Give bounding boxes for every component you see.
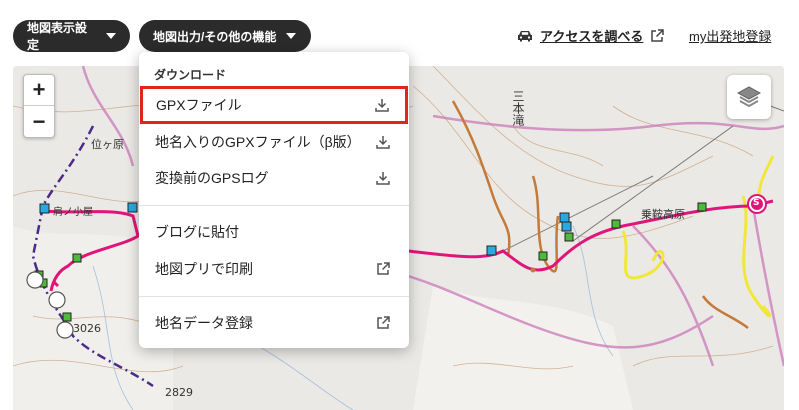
map-output-menu-button[interactable]: 地図出力/その他の機能 <box>139 20 311 52</box>
menu-item-label: 地名入りのGPXファイル（β版） <box>155 134 361 150</box>
map-settings-label: 地図表示設定 <box>27 21 88 52</box>
zoom-in-button[interactable]: + <box>24 75 54 106</box>
access-link[interactable]: アクセスを調べる <box>516 26 665 45</box>
menu-item-label: 地図プリで印刷 <box>155 261 253 277</box>
download-icon <box>375 99 389 112</box>
caret-down-icon <box>106 33 116 39</box>
map-label-elevation-2829: 2829 <box>165 386 193 399</box>
download-icon <box>376 172 390 185</box>
my-start-point-link[interactable]: my出発地登録 <box>689 26 771 45</box>
caret-down-icon <box>286 33 297 39</box>
car-icon <box>518 30 532 41</box>
map-label-mountain: 位ヶ原 <box>91 138 124 151</box>
menu-item-place-name-registration[interactable]: 地名データ登録 <box>139 305 409 341</box>
layers-button[interactable] <box>727 75 771 119</box>
download-icon <box>376 136 390 149</box>
menu-item-label: ブログに貼付 <box>155 224 239 240</box>
menu-item-gpx-file[interactable]: GPXファイル <box>140 86 408 124</box>
menu-divider <box>139 296 409 297</box>
map-label-plateau: 乗鞍高原 <box>641 208 685 221</box>
menu-item-print-map[interactable]: 地図プリで印刷 <box>139 251 409 287</box>
download-section-header: ダウンロード <box>154 68 227 82</box>
zoom-control: + − <box>23 74 55 138</box>
map-settings-button[interactable]: 地図表示設定 <box>13 20 130 52</box>
layers-icon <box>736 86 762 108</box>
start-marker-label: S <box>753 198 760 208</box>
map-output-menu-label: 地図出力/その他の機能 <box>153 29 277 44</box>
access-label: アクセスを調べる <box>540 29 644 44</box>
external-link-icon <box>651 28 665 42</box>
external-link-icon <box>377 262 390 275</box>
output-dropdown-menu: ダウンロード GPXファイル 地名入りのGPXファイル（β版） 変換前のGPSロ… <box>139 52 409 348</box>
map-label-hut: 肩ノ小屋 <box>53 207 93 218</box>
menu-item-label: GPXファイル <box>156 97 242 113</box>
menu-item-label: 地名データ登録 <box>155 315 253 331</box>
zoom-out-button[interactable]: − <box>24 106 54 137</box>
menu-item-blog-embed[interactable]: ブログに貼付 <box>139 214 409 250</box>
menu-item-raw-gps-log[interactable]: 変換前のGPSログ <box>139 160 409 196</box>
menu-item-gpx-with-names[interactable]: 地名入りのGPXファイル（β版） <box>139 124 409 160</box>
map-label-falls: 三本滝 <box>511 90 525 126</box>
map-label-elevation-3026: 3026 <box>73 322 101 335</box>
menu-divider <box>139 205 409 206</box>
external-link-icon <box>377 316 390 329</box>
menu-item-label: 変換前のGPSログ <box>155 170 269 186</box>
